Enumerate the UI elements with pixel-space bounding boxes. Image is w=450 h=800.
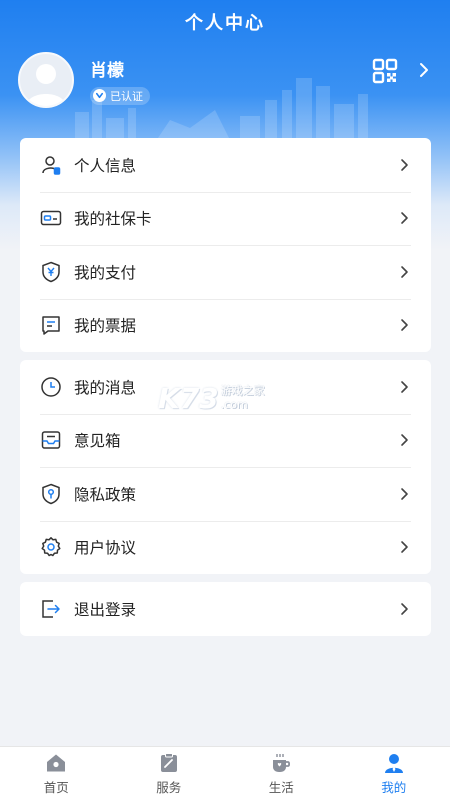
menu-item-personal-info[interactable]: 个人信息 [20,138,431,192]
tab-label: 首页 [43,779,69,795]
menu-item-social-security-card[interactable]: 我的社保卡 [20,191,431,246]
tab-home[interactable]: 首页 [0,747,113,800]
watermark-brand: K73 [158,381,219,415]
profile-chevron-right-icon[interactable] [418,62,430,78]
inbox-icon [40,429,62,451]
menu-item-privacy-policy[interactable]: 隐私政策 [20,467,431,521]
tab-life[interactable]: 生活 [225,747,338,800]
home-icon [47,754,66,771]
chevron-right-icon [401,602,408,615]
shield-yuan-icon [40,261,62,283]
logout-icon [40,598,62,620]
chevron-right-icon [401,212,408,225]
chevron-right-icon [401,380,408,393]
chevron-right-icon [401,319,408,332]
service-icon [160,752,177,772]
menu-item-label: 意见箱 [74,432,121,451]
menu-item-label: 隐私政策 [74,485,137,504]
menu-item-my-payment[interactable]: 我的支付 [20,245,431,299]
chevron-right-icon [401,265,408,278]
menu-item-label: 我的支付 [74,263,137,282]
page-title: 个人中心 [185,13,265,34]
user-name: 肖檬 [90,60,124,81]
verified-icon [93,89,106,102]
menu-item-label: 个人信息 [74,156,137,175]
tab-service[interactable]: 服务 [113,747,226,800]
bottom-tab-bar: 首页 服务 生活 我的 [0,746,450,800]
verified-label: 已认证 [110,89,143,103]
menu-item-logout[interactable]: 退出登录 [20,582,431,636]
card-icon [40,207,62,229]
coffee-icon [273,753,291,772]
receipt-icon [40,314,62,336]
default-avatar-icon [26,64,66,106]
menu-item-label: 我的社保卡 [74,210,152,229]
chevron-right-icon [401,487,408,500]
menu-card-account: 个人信息 我的社保卡 我的支付 我的票据 [20,138,431,352]
menu-item-user-agreement[interactable]: 用户协议 [20,520,431,575]
menu-item-label: 用户协议 [74,539,137,558]
verified-badge: 已认证 [90,86,150,105]
menu-item-label: 我的消息 [74,378,137,397]
shield-key-icon [40,483,62,505]
chevron-right-icon [401,158,408,171]
menu-card-logout: 退出登录 [20,582,431,636]
watermark-logo: K73 游戏之家 .com [158,378,288,418]
watermark-subtitle: 游戏之家 [220,384,265,397]
tab-label: 我的 [381,779,407,795]
avatar[interactable] [18,52,74,108]
user-icon [384,753,403,773]
qr-code-icon[interactable] [372,58,398,84]
menu-item-feedback-box[interactable]: 意见箱 [20,413,431,468]
clock-message-icon [40,376,62,398]
tab-mine[interactable]: 我的 [338,747,450,800]
watermark-domain: .com [220,398,248,411]
gear-icon [40,536,62,558]
tab-label: 生活 [268,779,294,795]
person-id-icon [40,154,62,176]
chevron-right-icon [401,541,408,554]
menu-item-my-receipts[interactable]: 我的票据 [20,298,431,353]
menu-item-label: 我的票据 [74,317,137,336]
menu-item-label: 退出登录 [74,600,137,619]
tab-label: 服务 [156,779,182,795]
chevron-right-icon [401,434,408,447]
profile-header[interactable]: 肖檬 已认证 [18,52,432,108]
